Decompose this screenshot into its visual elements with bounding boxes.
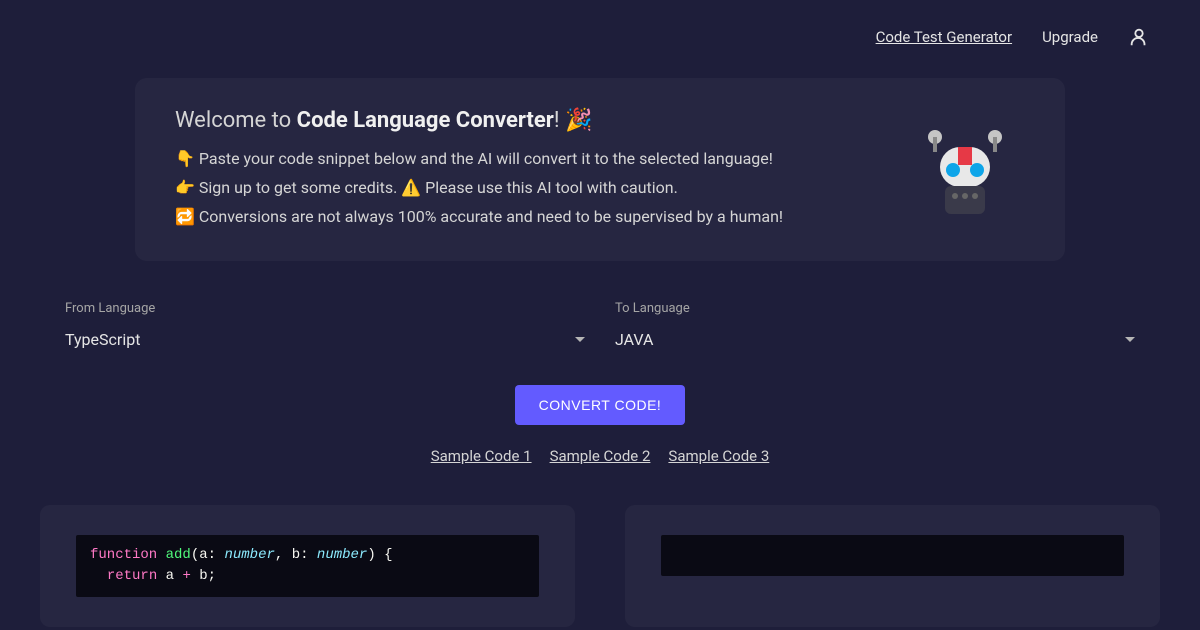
to-language-select[interactable]: JAVA [615,324,1135,355]
user-icon[interactable] [1128,26,1150,48]
chevron-down-icon [575,337,585,342]
output-code-panel [625,505,1160,627]
welcome-line-3: 🔁 Conversions are not always 100% accura… [175,203,783,232]
to-language-group: To Language JAVA [615,301,1135,355]
link-test-generator[interactable]: Code Test Generator [876,28,1012,46]
output-code-editor[interactable] [661,535,1124,576]
to-language-label: To Language [615,301,1135,316]
source-code-editor[interactable]: function add(a: number, b: number) { ret… [76,535,539,597]
robot-icon [915,122,1015,217]
welcome-line-2: 👉 Sign up to get some credits. ⚠️ Please… [175,174,783,203]
language-controls: From Language TypeScript To Language JAV… [45,301,1155,355]
header: Code Test Generator Upgrade [0,0,1200,48]
source-code-panel: function add(a: number, b: number) { ret… [40,505,575,627]
from-language-group: From Language TypeScript [65,301,585,355]
welcome-title: Welcome to Code Language Converter! 🎉 [175,108,783,133]
sample-code-1[interactable]: Sample Code 1 [431,447,532,465]
convert-button[interactable]: CONVERT CODE! [515,385,686,425]
sample-code-3[interactable]: Sample Code 3 [668,447,769,465]
welcome-line-1: 👇 Paste your code snippet below and the … [175,145,783,174]
chevron-down-icon [1125,337,1135,342]
from-language-label: From Language [65,301,585,316]
link-upgrade[interactable]: Upgrade [1042,28,1098,46]
welcome-card: Welcome to Code Language Converter! 🎉 👇 … [135,78,1065,261]
sample-code-2[interactable]: Sample Code 2 [550,447,651,465]
from-language-select[interactable]: TypeScript [65,324,585,355]
code-panels: function add(a: number, b: number) { ret… [40,505,1160,627]
sample-links: Sample Code 1 Sample Code 2 Sample Code … [0,447,1200,465]
